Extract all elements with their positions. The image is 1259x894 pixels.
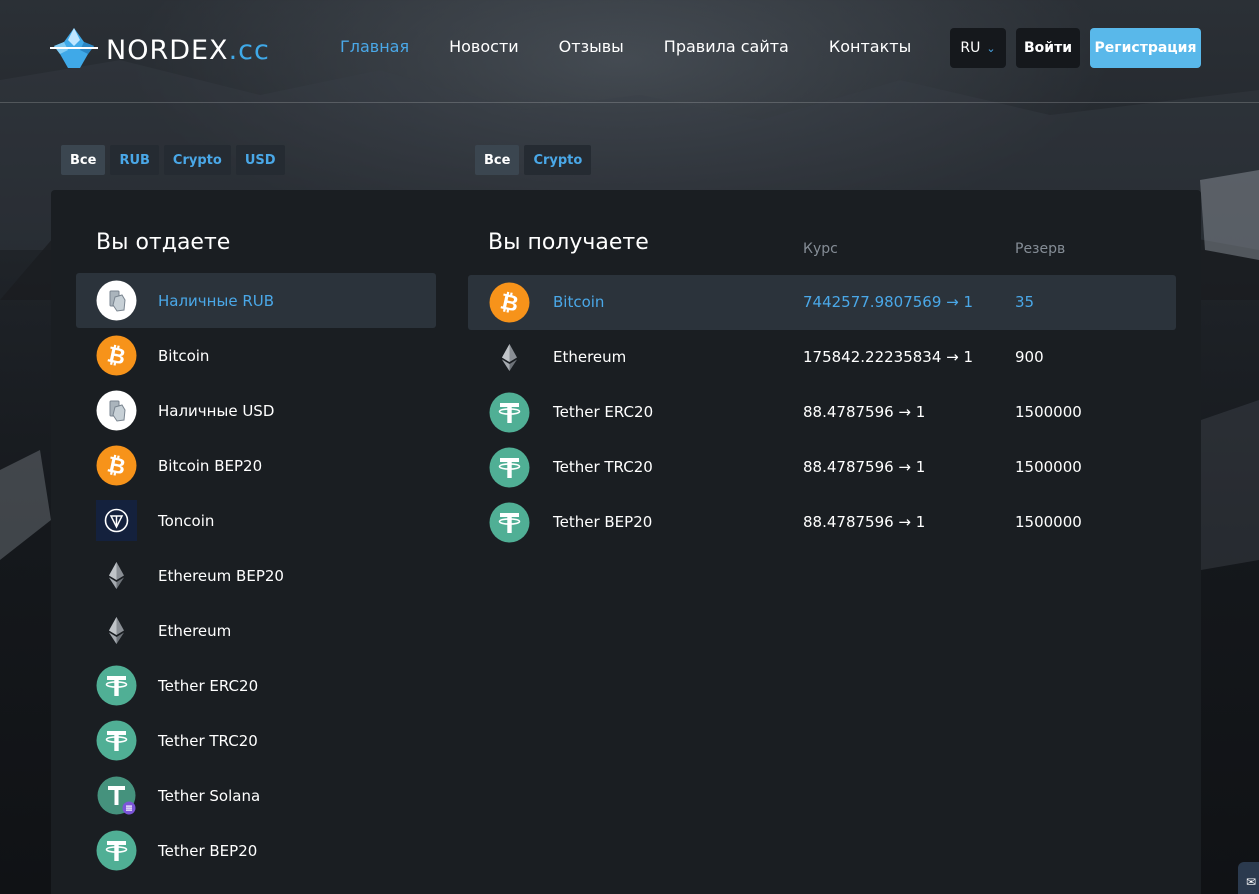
login-button[interactable]: Войти [1016,28,1080,68]
language-value: RU [960,40,981,56]
give-currency-item[interactable]: Tether BEP20 [76,823,436,878]
get-currency-name: Tether TRC20 [553,458,653,476]
give-filters: Все RUB Crypto USD [61,145,290,175]
give-currency-name: Toncoin [158,511,215,530]
bitcoin-icon: ₿ [489,282,530,323]
get-filters: Все Crypto [475,145,596,175]
give-title: Вы отдаете [96,230,231,255]
give-currency-list: Наличные RUB ₿ Bitcoin Наличные USD ₿ Bitcoin… [76,273,436,878]
reserve-amount: 1500000 [1015,513,1082,531]
give-currency-item[interactable]: Tether TRC20 [76,713,436,768]
tether-icon [489,447,530,488]
get-currency-name: Tether ERC20 [553,403,654,421]
give-currency-item[interactable]: Наличные USD [76,383,436,438]
give-currency-name: Ethereum [158,621,232,640]
chevron-down-icon: ⌄ [986,41,996,55]
give-currency-name: Наличные USD [158,401,275,420]
get-filter-crypto[interactable]: Crypto [524,145,592,175]
reserve-amount: 1500000 [1015,403,1082,421]
exchange-rate: 88.4787596 → 1 [803,403,926,421]
reserve-column-header: Резерв [1015,241,1066,257]
exchange-rate: 88.4787596 → 1 [803,513,926,531]
get-currency-name: Bitcoin [553,293,605,311]
reserve-amount: 900 [1015,348,1044,366]
nav-link-contacts[interactable]: Контакты [829,37,911,56]
site-header: NORDEX.cc Главная Новости Отзывы Правила… [0,0,1259,103]
give-currency-name: Tether ERC20 [158,676,259,695]
give-currency-name: Наличные RUB [158,291,275,310]
give-filter-all[interactable]: Все [61,145,106,175]
bitcoin-icon: ₿ [96,445,137,486]
chat-widget-button[interactable]: ✉ [1238,862,1259,894]
ethereum-icon [489,337,530,378]
exchange-rate: 175842.22235834 → 1 [803,348,974,366]
get-currency-item[interactable]: Tether BEP20 88.4787596 → 1 1500000 [468,495,1176,550]
reserve-amount: 35 [1015,293,1035,311]
give-currency-item[interactable]: ₿ Bitcoin [76,328,436,383]
give-currency-item[interactable]: Наличные RUB [76,273,436,328]
bitcoin-icon: ₿ [96,335,137,376]
get-filter-all[interactable]: Все [475,145,520,175]
give-currency-item[interactable]: Tether ERC20 [76,658,436,713]
give-currency-item[interactable]: Ethereum [76,603,436,658]
give-currency-name: Tether BEP20 [158,841,258,860]
give-currency-item[interactable]: Toncoin [76,493,436,548]
nav-link-reviews[interactable]: Отзывы [559,37,624,56]
tether-icon [96,665,137,706]
nav-link-home[interactable]: Главная [340,37,409,56]
rate-column-header: Курс [803,241,838,257]
give-currency-name: Tether Solana [158,786,261,805]
ethereum-icon [96,555,137,596]
give-currency-item[interactable]: ₿ Bitcoin BEP20 [76,438,436,493]
tether-icon [96,720,137,761]
logo-tld: .cc [228,34,270,66]
give-currency-item[interactable]: Tether Solana [76,768,436,823]
get-title: Вы получаете [488,230,649,255]
cash-icon [96,390,137,431]
logo-name: NORDEX [106,34,229,66]
give-filter-crypto[interactable]: Crypto [163,145,231,175]
give-currency-name: Ethereum BEP20 [158,566,284,585]
ethereum-icon [96,610,137,651]
give-currency-name: Tether TRC20 [158,731,258,750]
main-nav: Главная Новости Отзывы Правила сайта Кон… [340,37,951,56]
reserve-amount: 1500000 [1015,458,1082,476]
tether-icon [489,392,530,433]
nav-link-rules[interactable]: Правила сайта [664,37,789,56]
get-currency-list: ₿ Bitcoin 7442577.9807569 → 1 35 Ethereum 175… [468,275,1176,550]
language-select[interactable]: RU ⌄ [950,28,1006,68]
nav-link-news[interactable]: Новости [449,37,519,56]
exchange-rate: 88.4787596 → 1 [803,458,926,476]
iceberg-logo-icon [50,24,98,76]
get-currency-name: Tether BEP20 [553,513,653,531]
exchange-panel: Вы отдаете Вы получаете Курс Резерв Нали… [51,190,1201,894]
give-currency-item[interactable]: Ethereum BEP20 [76,548,436,603]
site-logo[interactable]: NORDEX.cc [50,24,270,76]
give-filter-usd[interactable]: USD [235,145,285,175]
get-currency-item[interactable]: Ethereum 175842.22235834 → 1 900 [468,330,1176,385]
get-currency-item[interactable]: Tether TRC20 88.4787596 → 1 1500000 [468,440,1176,495]
register-button[interactable]: Регистрация [1090,28,1201,68]
exchange-rate: 7442577.9807569 → 1 [803,293,974,311]
tether-solana-icon [96,775,137,816]
give-currency-name: Bitcoin [158,346,210,365]
tether-icon [489,502,530,543]
toncoin-icon [96,500,137,541]
tether-icon [96,830,137,871]
get-currency-item[interactable]: ₿ Bitcoin 7442577.9807569 → 1 35 [468,275,1176,330]
give-currency-name: Bitcoin BEP20 [158,456,263,475]
cash-icon [96,280,137,321]
get-currency-name: Ethereum [553,348,627,366]
give-filter-rub[interactable]: RUB [110,145,159,175]
get-currency-item[interactable]: Tether ERC20 88.4787596 → 1 1500000 [468,385,1176,440]
